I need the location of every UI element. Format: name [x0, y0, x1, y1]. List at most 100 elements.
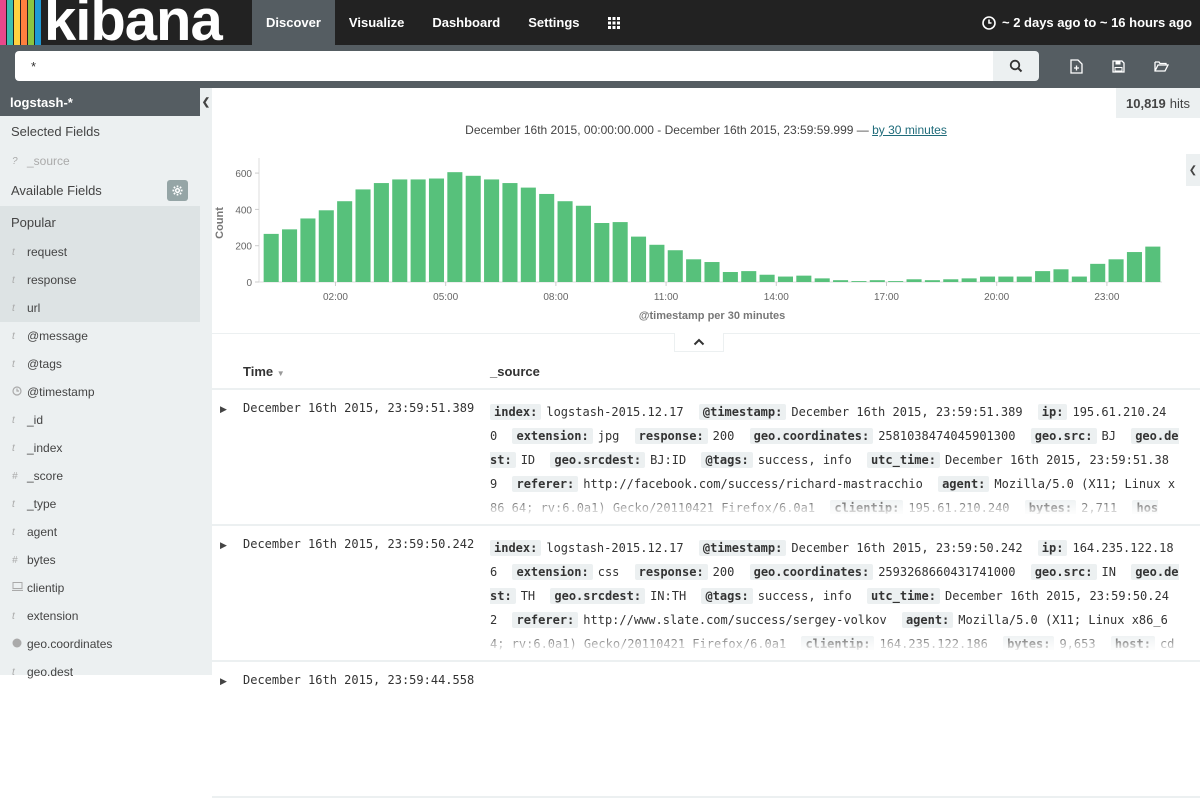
histogram-bar: [888, 281, 904, 282]
time-picker[interactable]: ~ 2 days ago to ~ 16 hours ago: [982, 0, 1192, 45]
source-field-key: response:: [634, 428, 708, 444]
chart-expand-button[interactable]: ❮: [1186, 154, 1200, 186]
table-row[interactable]: ▶ December 16th 2015, 23:59:44.558: [212, 662, 1200, 798]
field-item-timestamp[interactable]: @timestamp: [0, 378, 212, 406]
tab-visualize[interactable]: Visualize: [335, 0, 418, 45]
tab-dashboard[interactable]: Dashboard: [418, 0, 514, 45]
field-settings-button[interactable]: [167, 180, 188, 201]
field-name: _type: [27, 497, 57, 511]
chevron-up-icon: [693, 338, 705, 346]
histogram-bar: [851, 281, 867, 282]
source-field-key: geo.coordinates:: [749, 428, 874, 444]
y-axis-label: Count: [214, 207, 226, 239]
logo-color-bar: [28, 0, 34, 45]
save-search-button[interactable]: [1107, 55, 1129, 77]
new-search-button[interactable]: [1065, 55, 1087, 77]
collapse-sidebar-button[interactable]: ❮: [200, 88, 212, 116]
time-range-summary: December 16th 2015, 00:00:00.000 - Decem…: [212, 123, 1200, 137]
interval-link[interactable]: by 30 minutes: [872, 123, 947, 137]
search-input[interactable]: [15, 51, 993, 81]
histogram-bar: [392, 179, 408, 282]
field-type-icon: #: [12, 470, 18, 482]
source-field-value: December 16th 2015, 23:59:51.389: [791, 405, 1023, 419]
histogram-bar: [906, 279, 922, 282]
table-row[interactable]: ▶ December 16th 2015, 23:59:50.242 index: l…: [212, 526, 1200, 662]
field-item-geo-dest[interactable]: t geo.dest: [0, 658, 212, 686]
source-field-key: geo.srcdest:: [550, 588, 646, 604]
field-item-clientip[interactable]: clientip: [0, 574, 212, 602]
index-pattern-selector[interactable]: logstash-* ❮: [0, 88, 212, 116]
field-item-score[interactable]: # _score: [0, 462, 212, 490]
source-field-key: geo.src:: [1030, 428, 1097, 444]
available-fields-label: Available Fields: [11, 183, 102, 198]
folder-open-icon: [1153, 61, 1169, 72]
globe-icon: [12, 638, 22, 647]
field-item-tags[interactable]: t @tags: [0, 350, 212, 378]
field-name: request: [27, 245, 68, 259]
x-axis-label: @timestamp per 30 minutes: [639, 310, 785, 322]
field-item-index[interactable]: t _index: [0, 434, 212, 462]
kibana-logo[interactable]: kibana: [0, 0, 252, 45]
source-field-key: ip:: [1037, 540, 1068, 556]
x-tick-label: 05:00: [433, 292, 458, 303]
source-field-key: index:: [490, 404, 542, 420]
chevron-left-icon: ❮: [201, 96, 211, 108]
field-item-extension[interactable]: t extension: [0, 602, 212, 630]
field-type-icon: t: [12, 330, 15, 342]
range-text: December 16th 2015, 00:00:00.000 - Decem…: [465, 123, 869, 137]
field-item-request[interactable]: t request: [0, 238, 200, 266]
field-name: url: [27, 301, 41, 315]
column-header-time[interactable]: Time ▼: [243, 364, 285, 379]
top-nav: kibana Discover Visualize Dashboard Setting…: [0, 0, 1200, 45]
histogram-bar: [594, 223, 610, 282]
popular-heading: Popular: [11, 214, 56, 230]
tab-settings[interactable]: Settings: [514, 0, 593, 45]
field-type-icon: [12, 582, 27, 594]
field-item-bytes[interactable]: # bytes: [0, 546, 212, 574]
source-field-key: geo.srcdest:: [550, 452, 646, 468]
histogram-bar: [484, 179, 500, 282]
field-item-message[interactable]: t @message: [0, 322, 212, 350]
field-item-type[interactable]: t _type: [0, 490, 212, 518]
histogram-bar: [1035, 271, 1051, 282]
apps-grid-icon[interactable]: [594, 0, 634, 45]
row-time: December 16th 2015, 23:59:51.389: [243, 401, 475, 415]
field-item-geo-coordinates[interactable]: geo.coordinates: [0, 630, 212, 658]
field-type-icon: t: [12, 498, 15, 510]
x-tick-label: 14:00: [764, 292, 789, 303]
field-item-id[interactable]: t _id: [0, 406, 212, 434]
table-row[interactable]: ▶ December 16th 2015, 23:59:51.389 index: l…: [212, 390, 1200, 526]
hits-counter: 10,819 hits: [1116, 88, 1200, 118]
field-item-source[interactable]: ? _source: [0, 147, 212, 175]
histogram-bar: [741, 271, 757, 282]
open-search-button[interactable]: [1150, 55, 1172, 77]
tab-discover[interactable]: Discover: [252, 0, 335, 45]
field-item-response[interactable]: t response: [0, 266, 200, 294]
expand-row-icon[interactable]: ▶: [220, 404, 227, 415]
expand-row-icon[interactable]: ▶: [220, 540, 227, 551]
field-type-icon: t: [12, 526, 15, 538]
histogram-bar: [1145, 246, 1161, 282]
x-tick-label: 08:00: [543, 292, 568, 303]
y-tick-label: 0: [246, 278, 252, 289]
histogram-bar: [924, 280, 940, 282]
clock-icon: [982, 15, 996, 30]
source-field-value: css: [597, 565, 620, 579]
field-type-icon: t: [12, 274, 15, 286]
x-tick-label: 02:00: [323, 292, 348, 303]
collapse-chart-button[interactable]: [674, 333, 724, 352]
histogram-bar: [1108, 259, 1124, 282]
source-field-value: success, info: [757, 453, 852, 467]
field-type-icon: [12, 638, 27, 651]
field-item-url[interactable]: t url: [0, 294, 200, 322]
selected-fields-heading: Selected Fields: [11, 124, 100, 139]
expand-row-icon[interactable]: ▶: [220, 676, 227, 687]
field-item-agent[interactable]: t agent: [0, 518, 212, 546]
source-field-value: http://facebook.com/success/richard-mast…: [583, 477, 923, 491]
search-button[interactable]: [993, 51, 1039, 81]
row-time: December 16th 2015, 23:59:44.558: [243, 673, 475, 687]
logo-color-bar: [21, 0, 27, 45]
popular-fields-group: Popular t request t response t url: [0, 206, 200, 322]
histogram-bar: [318, 210, 334, 282]
source-field-value: success, info: [757, 589, 852, 603]
